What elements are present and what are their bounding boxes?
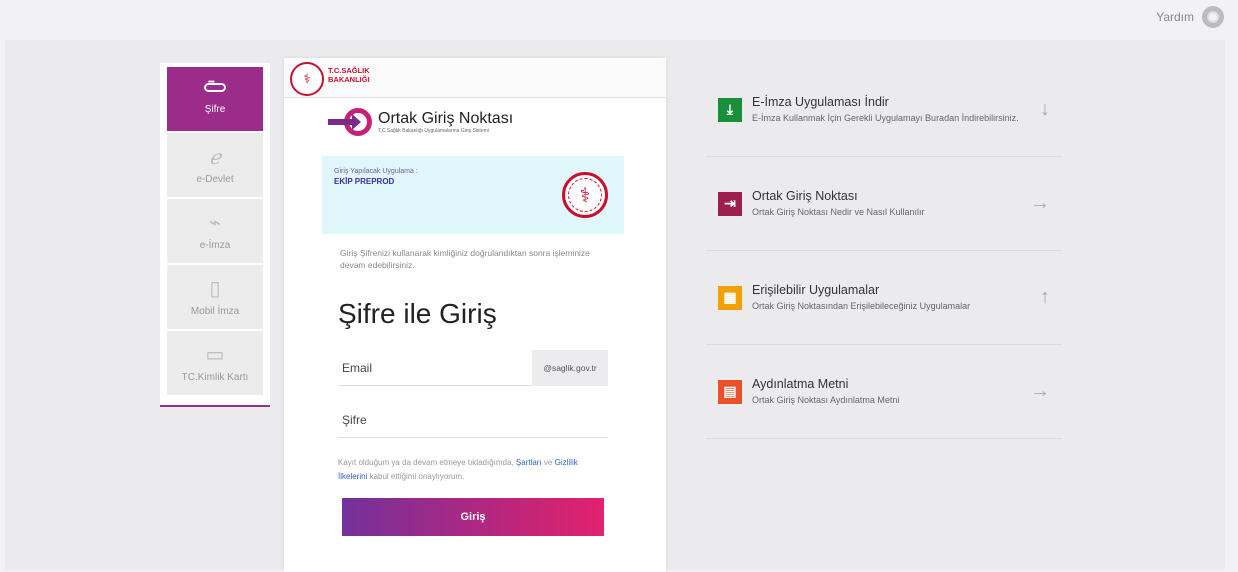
method-label: Mobil İmza (190, 305, 240, 317)
brand-logo: Ortak Giriş Noktası T.C.Sağlık Bakanlığı… (328, 108, 513, 136)
edevlet-icon: ℯ (209, 144, 221, 169)
link-accessible-apps[interactable]: ▦ Erişilebilir Uygulamalar Ortak Giriş N… (706, 251, 1062, 345)
arrow-right-icon: → (1030, 380, 1050, 402)
method-label: e-Devlet (196, 173, 234, 185)
link-description: Ortak Giriş Noktası Nedir ve Nasıl Kulla… (752, 207, 925, 217)
method-label: e-İmza (199, 239, 231, 251)
apps-grid-icon: ▦ (718, 285, 742, 310)
login-info-text: Giriş Şifrenizi kullanarak kimliğiniz do… (340, 248, 590, 270)
brand-name: Ortak Giriş Noktası (378, 110, 514, 127)
link-title: Erişilebilir Uygulamalar (752, 283, 880, 297)
link-description: Ortak Giriş Noktası Aydınlatma Metni (752, 395, 900, 405)
ministry-seal-icon: ⚕ (290, 62, 324, 96)
login-card: ⚕ T.C.SAĞLIK BAKANLIĞI Ortak Giriş Nokta… (284, 58, 666, 572)
target-app-label: Giriş Yapılacak Uygulama : (334, 168, 418, 175)
sign-in-icon: ⇥ (718, 191, 742, 216)
arrow-up-icon: ↑ (1040, 286, 1050, 308)
method-id-card[interactable]: ▭ TC.Kimlik Kartı (167, 331, 263, 395)
top-bar: Yardım (0, 0, 1238, 36)
help-lifebuoy-icon[interactable] (1202, 6, 1224, 28)
terms-text: Kayıt olduğum ya da devam etmeye tıkladı… (338, 458, 578, 481)
method-eimza[interactable]: ⌁ e-İmza (167, 199, 263, 263)
arrow-right-icon: → (1030, 192, 1050, 214)
id-card-icon: ▭ (205, 343, 225, 366)
ortak-giris-logo-icon (328, 108, 372, 136)
login-method-list: Şifre ℯ e-Devlet ⌁ e-İmza ▯ Mobil İmza ▭… (160, 63, 270, 407)
method-label: TC.Kimlik Kartı (181, 371, 249, 383)
link-title: Ortak Giriş Noktası (752, 189, 858, 203)
password-field-wrapper (338, 402, 608, 438)
link-description: Ortak Giriş Noktasından Erişilebileceğin… (752, 301, 971, 311)
link-description: E-İmza Kullanmak İçin Gerekli Uygulamayı… (752, 113, 1019, 123)
method-mobile-signature[interactable]: ▯ Mobil İmza (167, 265, 263, 329)
link-ortak-giris[interactable]: ⇥ Ortak Giriş Noktası Ortak Giriş Noktas… (706, 157, 1062, 251)
help-link[interactable]: Yardım (1156, 6, 1224, 28)
target-application-box: Giriş Yapılacak Uygulama : EKİP PREPROD … (322, 156, 624, 234)
password-input[interactable] (338, 412, 518, 427)
usb-key-icon: ⌁ (208, 211, 222, 234)
card-header: ⚕ T.C.SAĞLIK BAKANLIĞI (284, 58, 666, 98)
download-icon: ⤓ (718, 97, 742, 122)
info-links: ⤓ E-İmza Uygulaması İndir E-İmza Kullanm… (706, 63, 1062, 439)
method-edevlet[interactable]: ℯ e-Devlet (167, 133, 263, 197)
login-button[interactable]: Giriş (342, 498, 604, 536)
email-field-wrapper: @saglik.gov.tr (338, 350, 608, 386)
ministry-seal-icon: ⚕ (562, 172, 608, 218)
email-input[interactable] (338, 360, 518, 375)
link-clarification-text[interactable]: ▤ Aydınlatma Metni Ortak Giriş Noktası A… (706, 345, 1062, 439)
method-password[interactable]: Şifre (167, 67, 263, 131)
ministry-name: T.C.SAĞLIK BAKANLIĞI (328, 66, 370, 84)
page-title: Şifre ile Giriş (338, 298, 497, 329)
password-icon (204, 79, 226, 92)
target-app-name: EKİP PREPROD (334, 177, 395, 186)
mobile-phone-icon: ▯ (209, 277, 221, 300)
link-esign-download[interactable]: ⤓ E-İmza Uygulaması İndir E-İmza Kullanm… (706, 63, 1062, 157)
method-label: Şifre (204, 104, 226, 115)
document-icon: ▤ (718, 379, 742, 404)
link-title: Aydınlatma Metni (752, 377, 849, 391)
help-label[interactable]: Yardım (1156, 10, 1194, 24)
link-title: E-İmza Uygulaması İndir (752, 95, 889, 109)
arrow-down-icon: ↓ (1040, 98, 1050, 120)
brand-subtitle: T.C.Sağlık Bakanlığı Uygulamalarına Giri… (378, 128, 489, 134)
terms-link[interactable]: Şartları (516, 458, 542, 467)
email-domain-suffix: @saglik.gov.tr (532, 350, 608, 386)
